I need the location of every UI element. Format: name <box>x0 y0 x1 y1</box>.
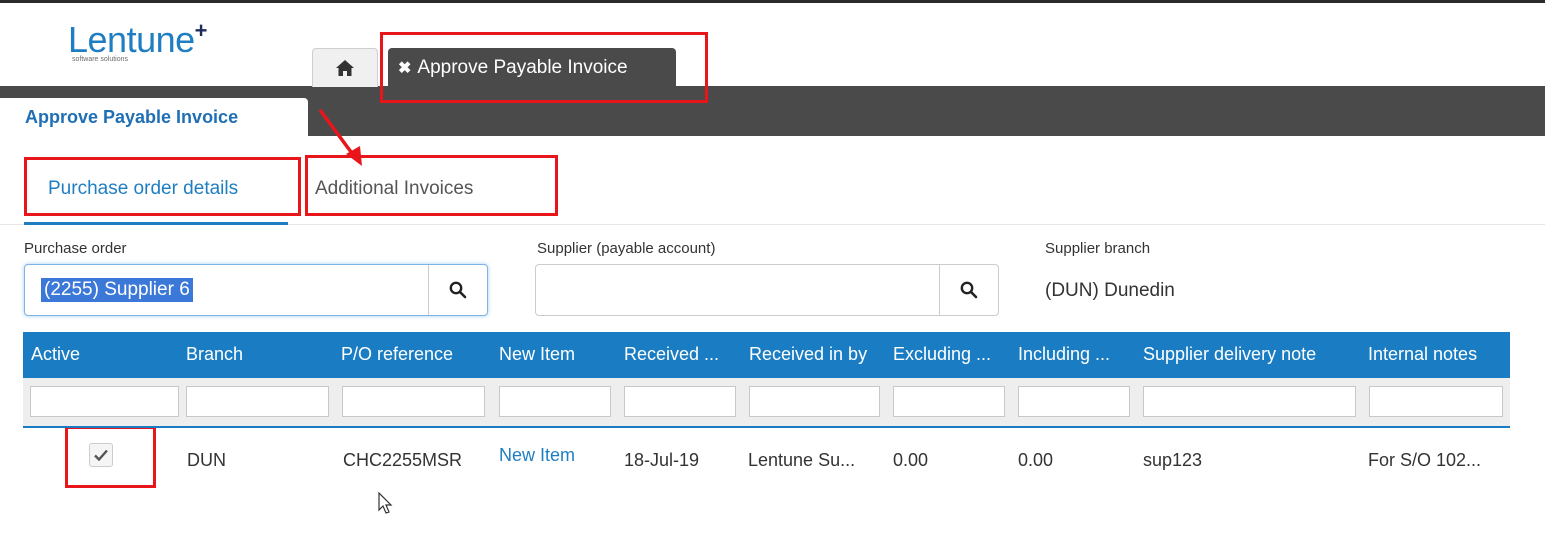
search-icon <box>449 281 467 299</box>
highlight-box-tab <box>380 32 708 103</box>
column-header-received-in-by[interactable]: Received in by <box>749 344 889 365</box>
supplier-label: Supplier (payable account) <box>537 240 716 257</box>
new-item-link[interactable]: New Item <box>499 445 575 466</box>
top-border <box>0 0 1545 3</box>
column-header-including[interactable]: Including ... <box>1018 344 1138 365</box>
column-header-supplier-delivery-note[interactable]: Supplier delivery note <box>1143 344 1363 365</box>
column-header-new-item[interactable]: New Item <box>499 344 619 365</box>
filter-including[interactable] <box>1018 386 1130 417</box>
purchase-order-search-button[interactable] <box>428 265 487 315</box>
supplier-field[interactable] <box>535 264 999 316</box>
grid-header: Active Branch P/O reference New Item Rec… <box>23 332 1510 378</box>
search-icon <box>960 281 978 299</box>
filter-branch[interactable] <box>186 386 329 417</box>
column-header-received[interactable]: Received ... <box>624 344 744 365</box>
filter-excluding[interactable] <box>893 386 1005 417</box>
active-subtab-indicator <box>24 222 288 225</box>
logo: Lentune+ software solutions <box>68 18 208 63</box>
column-header-branch[interactable]: Branch <box>186 344 336 365</box>
cell-branch: DUN <box>187 450 226 470</box>
filter-new-item[interactable] <box>499 386 611 417</box>
cell-internal-notes: For S/O 102... <box>1368 450 1482 470</box>
cell-supplier-delivery-note: sup123 <box>1143 450 1203 470</box>
cell-received-in-by: Lentune Su... <box>748 450 856 470</box>
logo-plus: + <box>194 18 208 43</box>
cell-received: 18-Jul-19 <box>624 450 700 470</box>
tab-purchase-order-details[interactable]: Purchase order details <box>48 178 238 200</box>
purchase-order-label: Purchase order <box>24 240 127 257</box>
column-header-active[interactable]: Active <box>31 344 181 365</box>
mouse-cursor-icon <box>378 492 393 514</box>
purchase-order-value[interactable]: (2255) Supplier 6 <box>41 278 193 302</box>
filter-po-reference[interactable] <box>342 386 485 417</box>
supplier-search-button[interactable] <box>939 265 998 315</box>
cell-excluding: 0.00 <box>893 450 929 470</box>
filter-internal-notes[interactable] <box>1369 386 1503 417</box>
column-header-excluding[interactable]: Excluding ... <box>893 344 1013 365</box>
tab-additional-invoices[interactable]: Additional Invoices <box>315 178 473 200</box>
grid-filter-row <box>23 378 1510 426</box>
cell-po-reference: CHC2255MSR <box>343 450 463 470</box>
page-tab[interactable]: Approve Payable Invoice <box>0 98 308 136</box>
filter-received[interactable] <box>624 386 736 417</box>
filter-received-in-by[interactable] <box>749 386 880 417</box>
active-checkbox[interactable] <box>89 443 113 467</box>
checkmark-icon <box>94 449 108 461</box>
grid-row-divider <box>23 426 1510 428</box>
column-header-po-reference[interactable]: P/O reference <box>341 344 491 365</box>
logo-text: Lentune <box>68 19 195 60</box>
purchase-order-field[interactable]: (2255) Supplier 6 <box>24 264 488 316</box>
cell-including: 0.00 <box>1018 450 1054 470</box>
page-tab-label: Approve Payable Invoice <box>25 106 239 127</box>
supplier-branch-label: Supplier branch <box>1045 240 1151 257</box>
annotation-arrow-icon <box>318 108 362 166</box>
filter-supplier-delivery-note[interactable] <box>1143 386 1356 417</box>
supplier-branch-value: (DUN) Dunedin <box>1045 280 1175 301</box>
home-icon <box>336 60 354 76</box>
column-header-internal-notes[interactable]: Internal notes <box>1368 344 1508 365</box>
home-tab[interactable] <box>312 48 378 87</box>
filter-active[interactable] <box>30 386 179 417</box>
